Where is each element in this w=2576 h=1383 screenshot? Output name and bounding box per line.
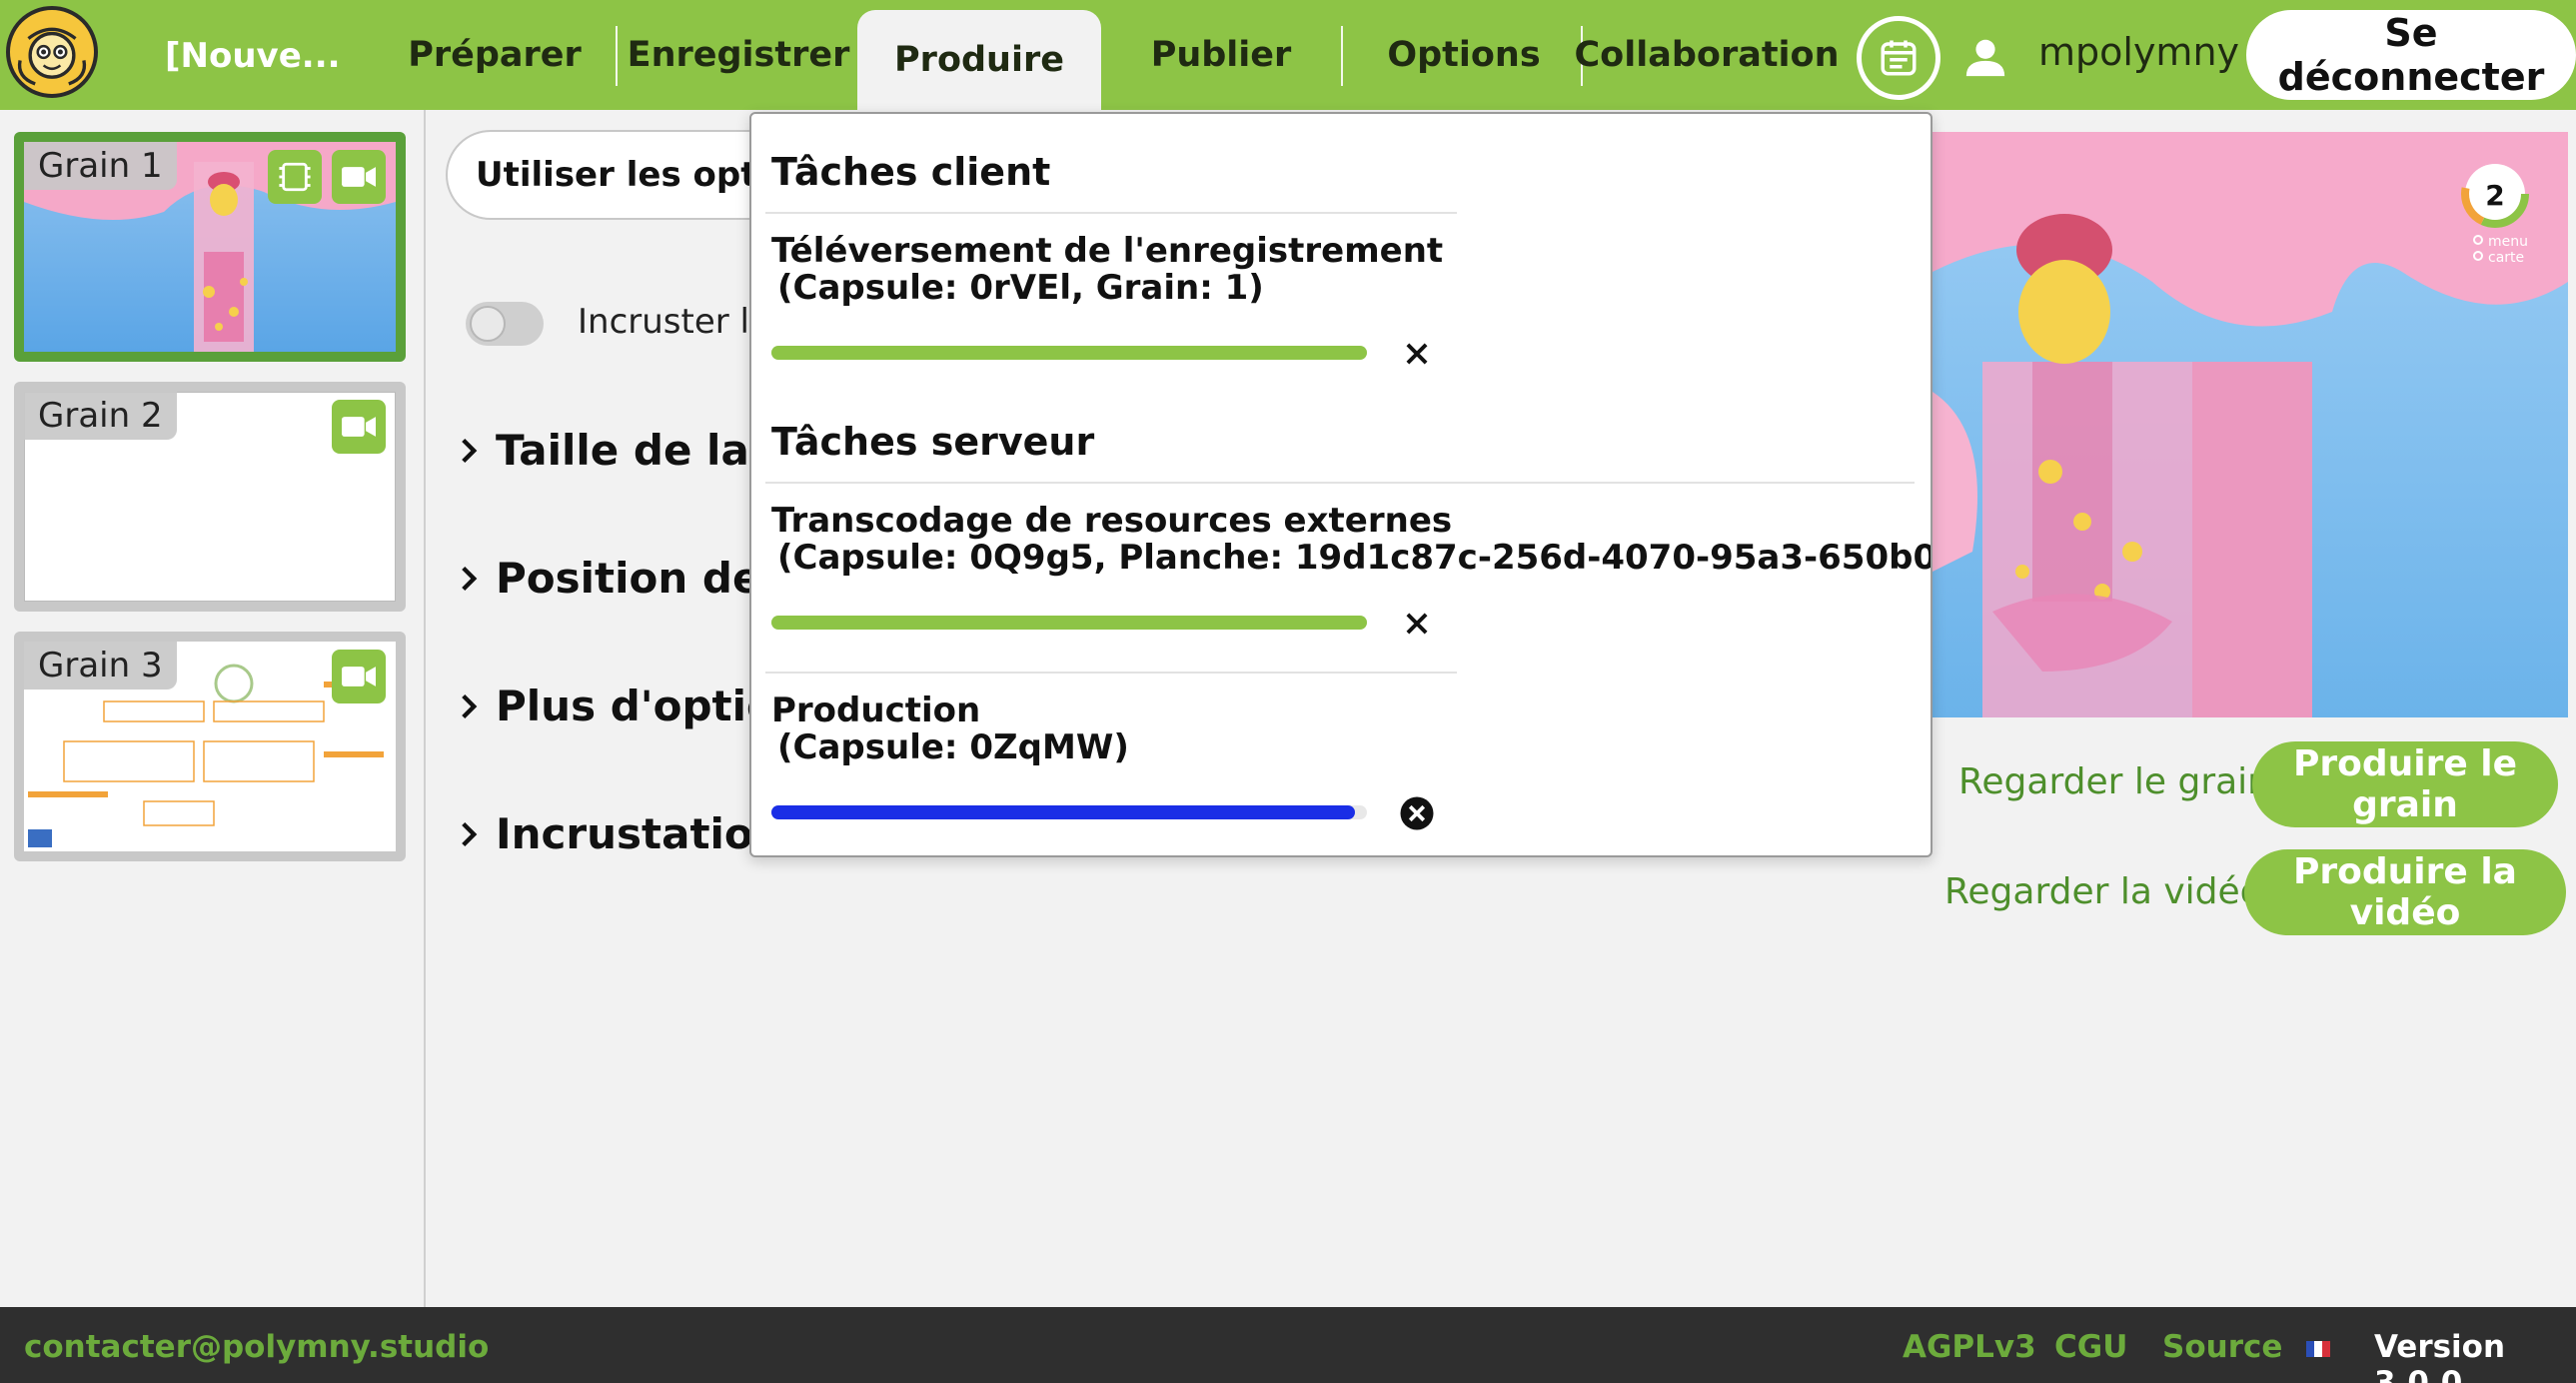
inlay-toggle[interactable] [466, 302, 544, 346]
contact-email-link[interactable]: contacter@polymny.studio [24, 1329, 489, 1365]
chevron-right-icon [462, 566, 478, 591]
grain-list-panel: Grain 1 Grain 2 Grain 3 [0, 110, 426, 1307]
tasks-dropdown-panel: Tâches client Téléversement de l'enregis… [749, 112, 1932, 857]
task-progress-bar [771, 346, 1367, 360]
camera-icon[interactable] [332, 650, 386, 703]
divider [765, 212, 1457, 214]
server-tasks-heading: Tâches serveur [771, 420, 1095, 464]
preview-badge-number: 2 [2485, 179, 2504, 212]
username[interactable]: mpolymny [2038, 30, 2239, 74]
terms-link[interactable]: CGU [2054, 1329, 2127, 1365]
grain-card[interactable]: Grain 3 [14, 632, 406, 861]
video-preview[interactable]: 2 menu carte [1932, 132, 2568, 717]
task-title: Téléversement de l'enregistrement [771, 231, 1444, 271]
calendar-icon [1881, 40, 1917, 76]
tab-collaboration[interactable]: Collaboration [1575, 0, 1840, 110]
chevron-right-icon [462, 821, 478, 846]
chevron-right-icon [462, 693, 478, 718]
toggle-knob [470, 306, 506, 342]
slides-icon[interactable] [268, 150, 322, 204]
watch-video-link[interactable]: Regarder la vidéo [1944, 871, 2262, 912]
divider [765, 672, 1457, 674]
tasks-calendar-button[interactable] [1857, 16, 1940, 100]
footer: contacter@polymny.studio AGPLv3 CGU Sour… [0, 1307, 2576, 1383]
version-label: Version 3.0.0 [2374, 1329, 2506, 1383]
task-progress-fill [771, 346, 1367, 360]
nav-separator [616, 26, 618, 86]
preview-badge-card: carte [2488, 250, 2524, 266]
capsule-title[interactable]: [Nouve... [165, 36, 341, 76]
task-progress-bar [771, 805, 1367, 819]
divider [765, 482, 1915, 484]
source-link[interactable]: Source [2162, 1329, 2282, 1365]
tab-record[interactable]: Enregistrer [628, 0, 850, 110]
task-detail: (Capsule: 0rVEl, Grain: 1) [777, 268, 1264, 308]
user-icon [1965, 39, 2005, 77]
tab-publish[interactable]: Publier [1133, 0, 1309, 110]
task-progress-bar [771, 616, 1367, 630]
tab-prepare[interactable]: Préparer [400, 0, 590, 110]
task-title: Transcodage de resources externes [771, 501, 1453, 541]
task-title: Production [771, 691, 981, 730]
task-progress-fill [771, 805, 1356, 819]
produce-grain-button[interactable]: Produire le grain [2252, 741, 2558, 827]
top-navigation-bar: [Nouve... Préparer Enregistrer Produire … [0, 0, 2576, 110]
close-icon[interactable] [1399, 336, 1435, 372]
grain-label: Grain 2 [24, 392, 177, 440]
produce-video-button[interactable]: Produire la vidéo [2244, 849, 2566, 935]
grain-label: Grain 3 [24, 642, 177, 690]
watch-grain-link[interactable]: Regarder le grain [1958, 761, 2270, 802]
camera-icon[interactable] [332, 150, 386, 204]
license-link[interactable]: AGPLv3 [1903, 1329, 2036, 1365]
client-tasks-heading: Tâches client [771, 150, 1051, 194]
grain-card[interactable]: Grain 2 [14, 382, 406, 612]
cancel-circle-icon[interactable] [1399, 795, 1435, 831]
task-detail: (Capsule: 0ZqMW) [777, 727, 1129, 767]
camera-icon[interactable] [332, 400, 386, 454]
tab-produce[interactable]: Produire [857, 10, 1101, 110]
preview-badge-menu: menu [2488, 234, 2528, 250]
nav-separator [1341, 26, 1343, 86]
polymny-logo[interactable] [6, 6, 98, 98]
logout-button[interactable]: Se déconnecter [2246, 10, 2576, 100]
task-progress-fill [771, 616, 1367, 630]
grain-label: Grain 1 [24, 142, 177, 190]
chevron-right-icon [462, 438, 478, 463]
task-detail: (Capsule: 0Q9g5, Planche: 19d1c87c-256d-… [777, 538, 1932, 578]
grain-card[interactable]: Grain 1 [14, 132, 406, 362]
french-flag-icon[interactable] [2306, 1341, 2330, 1357]
inlay-toggle-label: Incruster la [578, 302, 770, 342]
tab-options[interactable]: Options [1379, 0, 1549, 110]
close-icon[interactable] [1399, 606, 1435, 642]
